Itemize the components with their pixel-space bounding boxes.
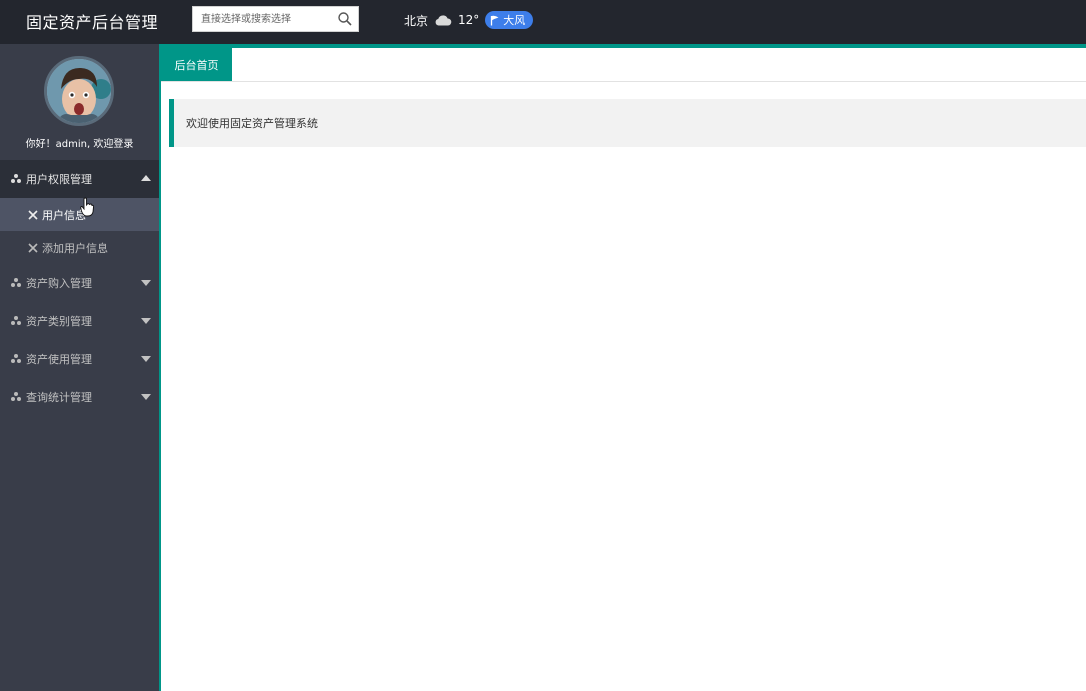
- menu-group-icon: [11, 392, 21, 401]
- tab-home[interactable]: 后台首页: [161, 48, 232, 81]
- sidebar-group-label: 资产购入管理: [26, 277, 92, 290]
- tools-icon: [28, 242, 38, 253]
- chevron-down-icon: [141, 394, 151, 400]
- sidebar-group-label: 用户权限管理: [26, 173, 92, 186]
- wind-badge: 大风: [485, 11, 534, 29]
- welcome-message: 欢迎使用固定资产管理系统: [169, 99, 1086, 147]
- wind-label: 大风: [503, 14, 526, 27]
- sidebar-group-asset-purchase[interactable]: 资产购入管理: [0, 264, 159, 302]
- sidebar-item-label: 添加用户信息: [42, 241, 108, 255]
- menu-group-icon: [11, 354, 21, 363]
- search-box[interactable]: [192, 6, 359, 32]
- sidebar-item-add-user[interactable]: 添加用户信息: [0, 231, 159, 264]
- avatar: [44, 56, 114, 126]
- menu-group-icon: [11, 174, 21, 183]
- sidebar-group-label: 资产使用管理: [26, 353, 92, 366]
- weather-widget: 北京 12° 大风: [404, 10, 534, 30]
- chevron-down-icon: [141, 280, 151, 286]
- avatar-image: [47, 59, 111, 123]
- top-header: 固定资产后台管理 北京 12° 大风: [0, 0, 1086, 44]
- sidebar-group-label: 资产类别管理: [26, 315, 92, 328]
- sidebar-group-asset-usage[interactable]: 资产使用管理: [0, 340, 159, 378]
- sidebar-group-user-permissions[interactable]: 用户权限管理: [0, 160, 159, 198]
- flag-icon: [491, 15, 499, 25]
- sidebar: 你好！admin, 欢迎登录 用户权限管理 用户信息 添加用户信息 资产购入管理…: [0, 44, 159, 691]
- tools-icon: [28, 209, 38, 220]
- welcome-greeting: 你好！admin, 欢迎登录: [25, 139, 134, 150]
- tab-bar: 后台首页: [161, 48, 1086, 82]
- cloud-icon: [435, 15, 452, 26]
- sidebar-group-label: 查询统计管理: [26, 391, 92, 404]
- weather-city: 北京: [404, 13, 429, 28]
- chevron-up-icon: [141, 175, 151, 181]
- sidebar-accent-edge: [159, 48, 161, 691]
- sidebar-group-query-stats[interactable]: 查询统计管理: [0, 378, 159, 416]
- weather-temperature: 12°: [458, 13, 480, 27]
- search-icon[interactable]: [337, 11, 353, 27]
- sidebar-group-asset-category[interactable]: 资产类别管理: [0, 302, 159, 340]
- chevron-down-icon: [141, 356, 151, 362]
- chevron-down-icon: [141, 318, 151, 324]
- hand-cursor-icon: [80, 197, 94, 217]
- menu-group-icon: [11, 316, 21, 325]
- menu-group-icon: [11, 278, 21, 287]
- search-input[interactable]: [193, 7, 331, 31]
- app-title: 固定资产后台管理: [26, 13, 159, 32]
